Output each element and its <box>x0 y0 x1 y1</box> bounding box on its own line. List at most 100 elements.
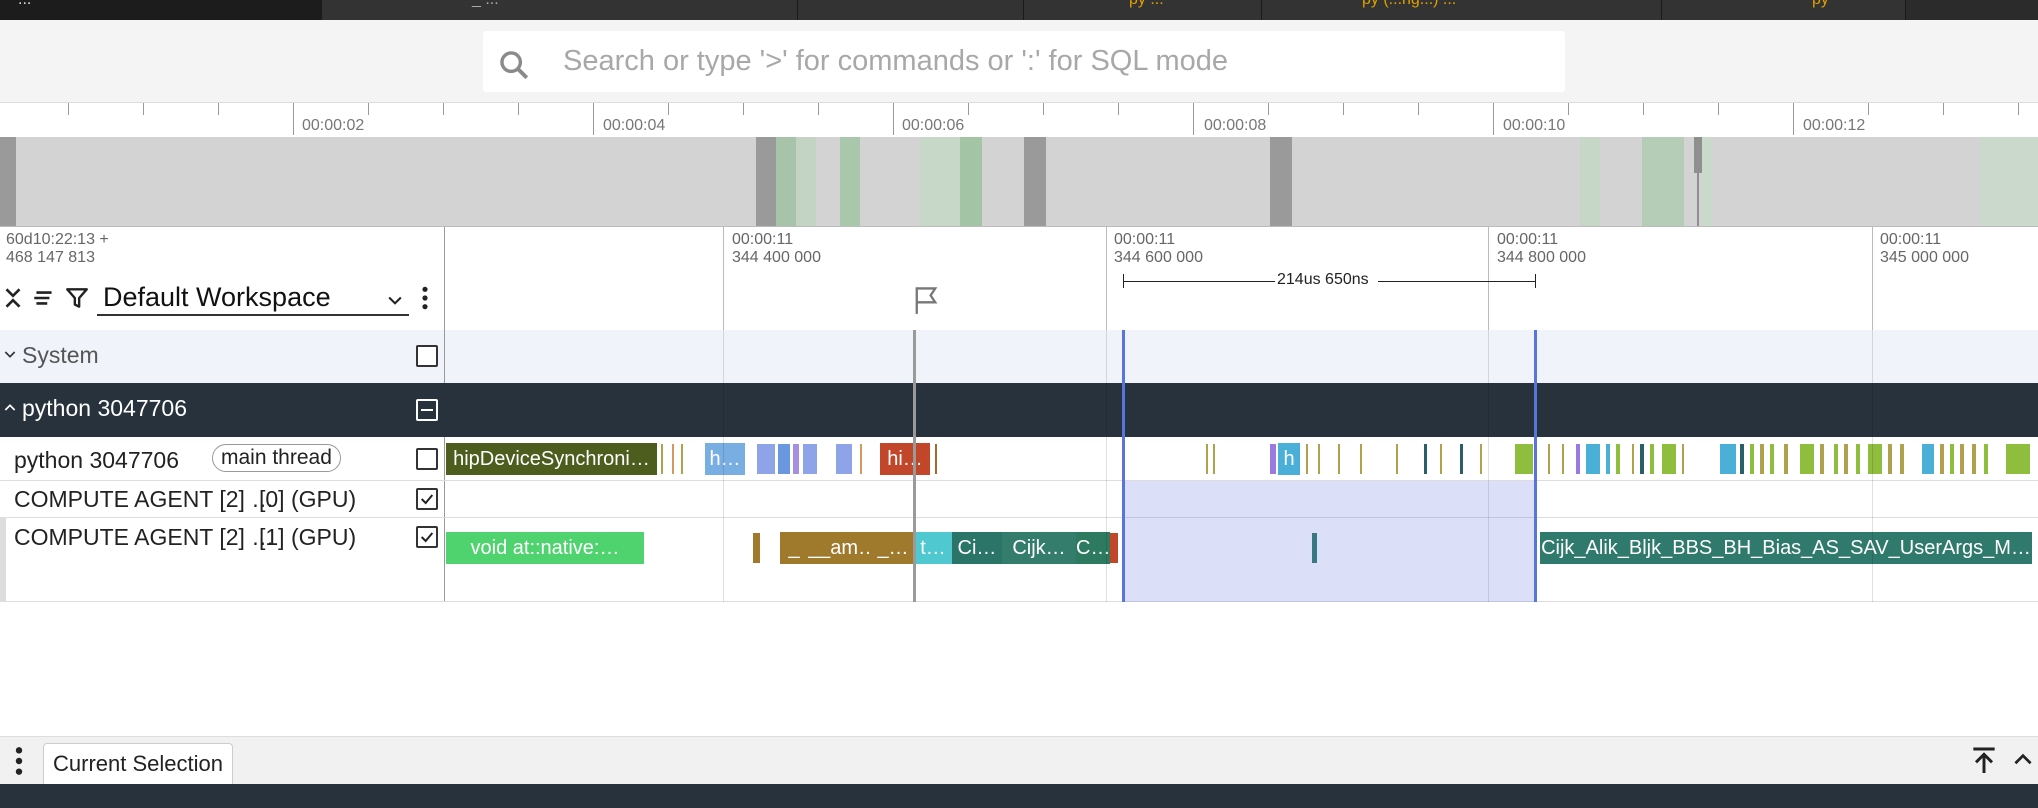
chevron-down-icon[interactable] <box>2 346 18 362</box>
slice-mini[interactable] <box>1270 444 1276 474</box>
track-group-process[interactable]: python 3047706 <box>0 383 2038 437</box>
slice-mini[interactable] <box>1206 444 1208 474</box>
area-selection[interactable] <box>1123 481 1536 602</box>
slice-mini[interactable] <box>1110 533 1118 563</box>
slice-mini[interactable] <box>1940 444 1944 474</box>
slice-mini[interactable] <box>1662 444 1676 474</box>
track-group-checkbox[interactable] <box>416 399 438 421</box>
tab-4[interactable]: py (...ng...) ... <box>1262 0 1662 20</box>
slice-mini[interactable] <box>793 444 799 474</box>
slice-mini[interactable] <box>1960 444 1964 474</box>
slice-mini[interactable] <box>1760 444 1764 474</box>
slice[interactable]: _… <box>872 532 914 564</box>
tab-current-selection[interactable]: Current Selection <box>43 743 233 785</box>
slice-mini[interactable] <box>1440 444 1442 474</box>
slice-mini[interactable] <box>1562 444 1564 474</box>
slice[interactable]: _ <box>780 532 808 564</box>
slice-mini[interactable] <box>1606 444 1610 474</box>
slice[interactable]: Cijk_Alik_Bljk_BBS_BH_Bias_AS_SAV_UserAr… <box>1540 532 2032 564</box>
slice-mini[interactable] <box>661 444 663 474</box>
omnibox[interactable] <box>483 31 1565 92</box>
slice-mini[interactable] <box>1682 444 1684 474</box>
slice-mini[interactable] <box>1586 444 1600 474</box>
maximize-panel-icon[interactable] <box>1968 745 2000 777</box>
tab-2[interactable] <box>798 0 1024 20</box>
slice-mini[interactable] <box>778 444 790 474</box>
slice[interactable]: C… <box>1076 532 1110 564</box>
slice-mini[interactable] <box>1460 444 1463 474</box>
slice-mini[interactable] <box>1576 444 1580 474</box>
slice-mini[interactable] <box>935 444 937 474</box>
slice[interactable]: hipDeviceSynchroni… <box>446 443 657 475</box>
tab-5[interactable]: py <box>1662 0 1906 20</box>
slice-mini[interactable] <box>1306 444 1308 474</box>
slice-mini[interactable] <box>1770 444 1774 474</box>
slice[interactable]: Ci… <box>952 532 1002 564</box>
slice-mini[interactable] <box>1844 444 1848 474</box>
slice-mini[interactable] <box>1632 444 1634 474</box>
search-input[interactable] <box>563 41 1543 81</box>
selection-end-line[interactable] <box>1534 330 1537 602</box>
slice-mini[interactable] <box>836 444 852 474</box>
sort-icon[interactable] <box>31 285 57 311</box>
slice-mini[interactable] <box>1856 444 1860 474</box>
slice-mini[interactable] <box>1922 444 1934 474</box>
slice-mini[interactable] <box>1338 444 1340 474</box>
slice-mini[interactable] <box>1784 444 1788 474</box>
slice-mini[interactable] <box>1740 444 1744 474</box>
slice-mini[interactable] <box>1424 444 1427 474</box>
chevron-up-icon[interactable] <box>2010 747 2036 773</box>
slice-mini[interactable] <box>803 444 817 474</box>
slice-mini[interactable] <box>1396 444 1398 474</box>
overview-timeline[interactable]: 00:00:02 00:00:04 00:00:06 00:00:08 00:0… <box>0 102 2038 227</box>
track-pin-checkbox[interactable] <box>416 526 438 548</box>
slice-mini[interactable] <box>1640 444 1644 474</box>
slice[interactable]: void at::native:… <box>446 532 644 564</box>
slice-mini[interactable] <box>1750 444 1754 474</box>
slice-mini[interactable] <box>1213 444 1215 474</box>
slice-mini[interactable] <box>2006 444 2030 474</box>
slice-mini[interactable] <box>1984 444 1988 474</box>
slice-mini[interactable] <box>1888 444 1892 474</box>
track-gpu-0[interactable]: COMPUTE AGENT [2] … [0] (GPU) <box>0 481 2038 518</box>
tab-0[interactable]: ... <box>0 0 322 20</box>
slice-mini[interactable] <box>1900 444 1904 474</box>
slice[interactable]: t… <box>914 532 952 564</box>
slice[interactable]: h… <box>705 443 745 475</box>
chevron-up-icon[interactable] <box>2 400 18 416</box>
slice[interactable]: Cijk… <box>1002 532 1076 564</box>
slice[interactable]: h <box>1278 443 1300 475</box>
slice-mini[interactable] <box>757 444 775 474</box>
filter-icon[interactable] <box>64 285 90 311</box>
slice-mini[interactable] <box>753 533 760 563</box>
more-vert-icon[interactable] <box>416 285 434 311</box>
slice-mini[interactable] <box>1360 444 1362 474</box>
slice-mini[interactable] <box>1868 444 1882 474</box>
slice-mini[interactable] <box>1834 444 1838 474</box>
slice-mini[interactable] <box>1972 444 1976 474</box>
flag-icon[interactable] <box>912 285 940 315</box>
slice-mini[interactable] <box>681 444 683 474</box>
slice-mini[interactable] <box>1616 444 1620 474</box>
slice-mini[interactable] <box>1515 444 1533 474</box>
track-pin-checkbox[interactable] <box>416 448 438 470</box>
track-pin-checkbox[interactable] <box>416 345 438 367</box>
slice-mini[interactable] <box>1650 444 1654 474</box>
slice-mini[interactable] <box>1800 444 1814 474</box>
slice-mini[interactable] <box>1548 444 1550 474</box>
slice-mini[interactable] <box>1720 444 1736 474</box>
track-group-system[interactable]: System <box>0 330 2038 383</box>
tab-3[interactable]: py ... <box>1024 0 1262 20</box>
slice[interactable]: __am… <box>808 532 872 564</box>
slice-mini[interactable] <box>1820 444 1824 474</box>
slice-mini[interactable] <box>860 444 862 474</box>
track-main-thread[interactable]: python 3047706 main thread hipDeviceSync… <box>0 437 2038 481</box>
selection-start-line[interactable] <box>1122 330 1125 602</box>
slice-mini[interactable] <box>1950 444 1954 474</box>
slice[interactable]: hi… <box>880 443 930 475</box>
slice-mini[interactable] <box>672 444 674 474</box>
tab-1[interactable]: _ ... <box>322 0 798 20</box>
workspace-select[interactable]: Default Workspace <box>97 282 409 316</box>
collapse-all-icon[interactable] <box>0 285 26 311</box>
track-gpu-1[interactable]: COMPUTE AGENT [2] … [1] (GPU) void at::n… <box>0 518 2038 602</box>
